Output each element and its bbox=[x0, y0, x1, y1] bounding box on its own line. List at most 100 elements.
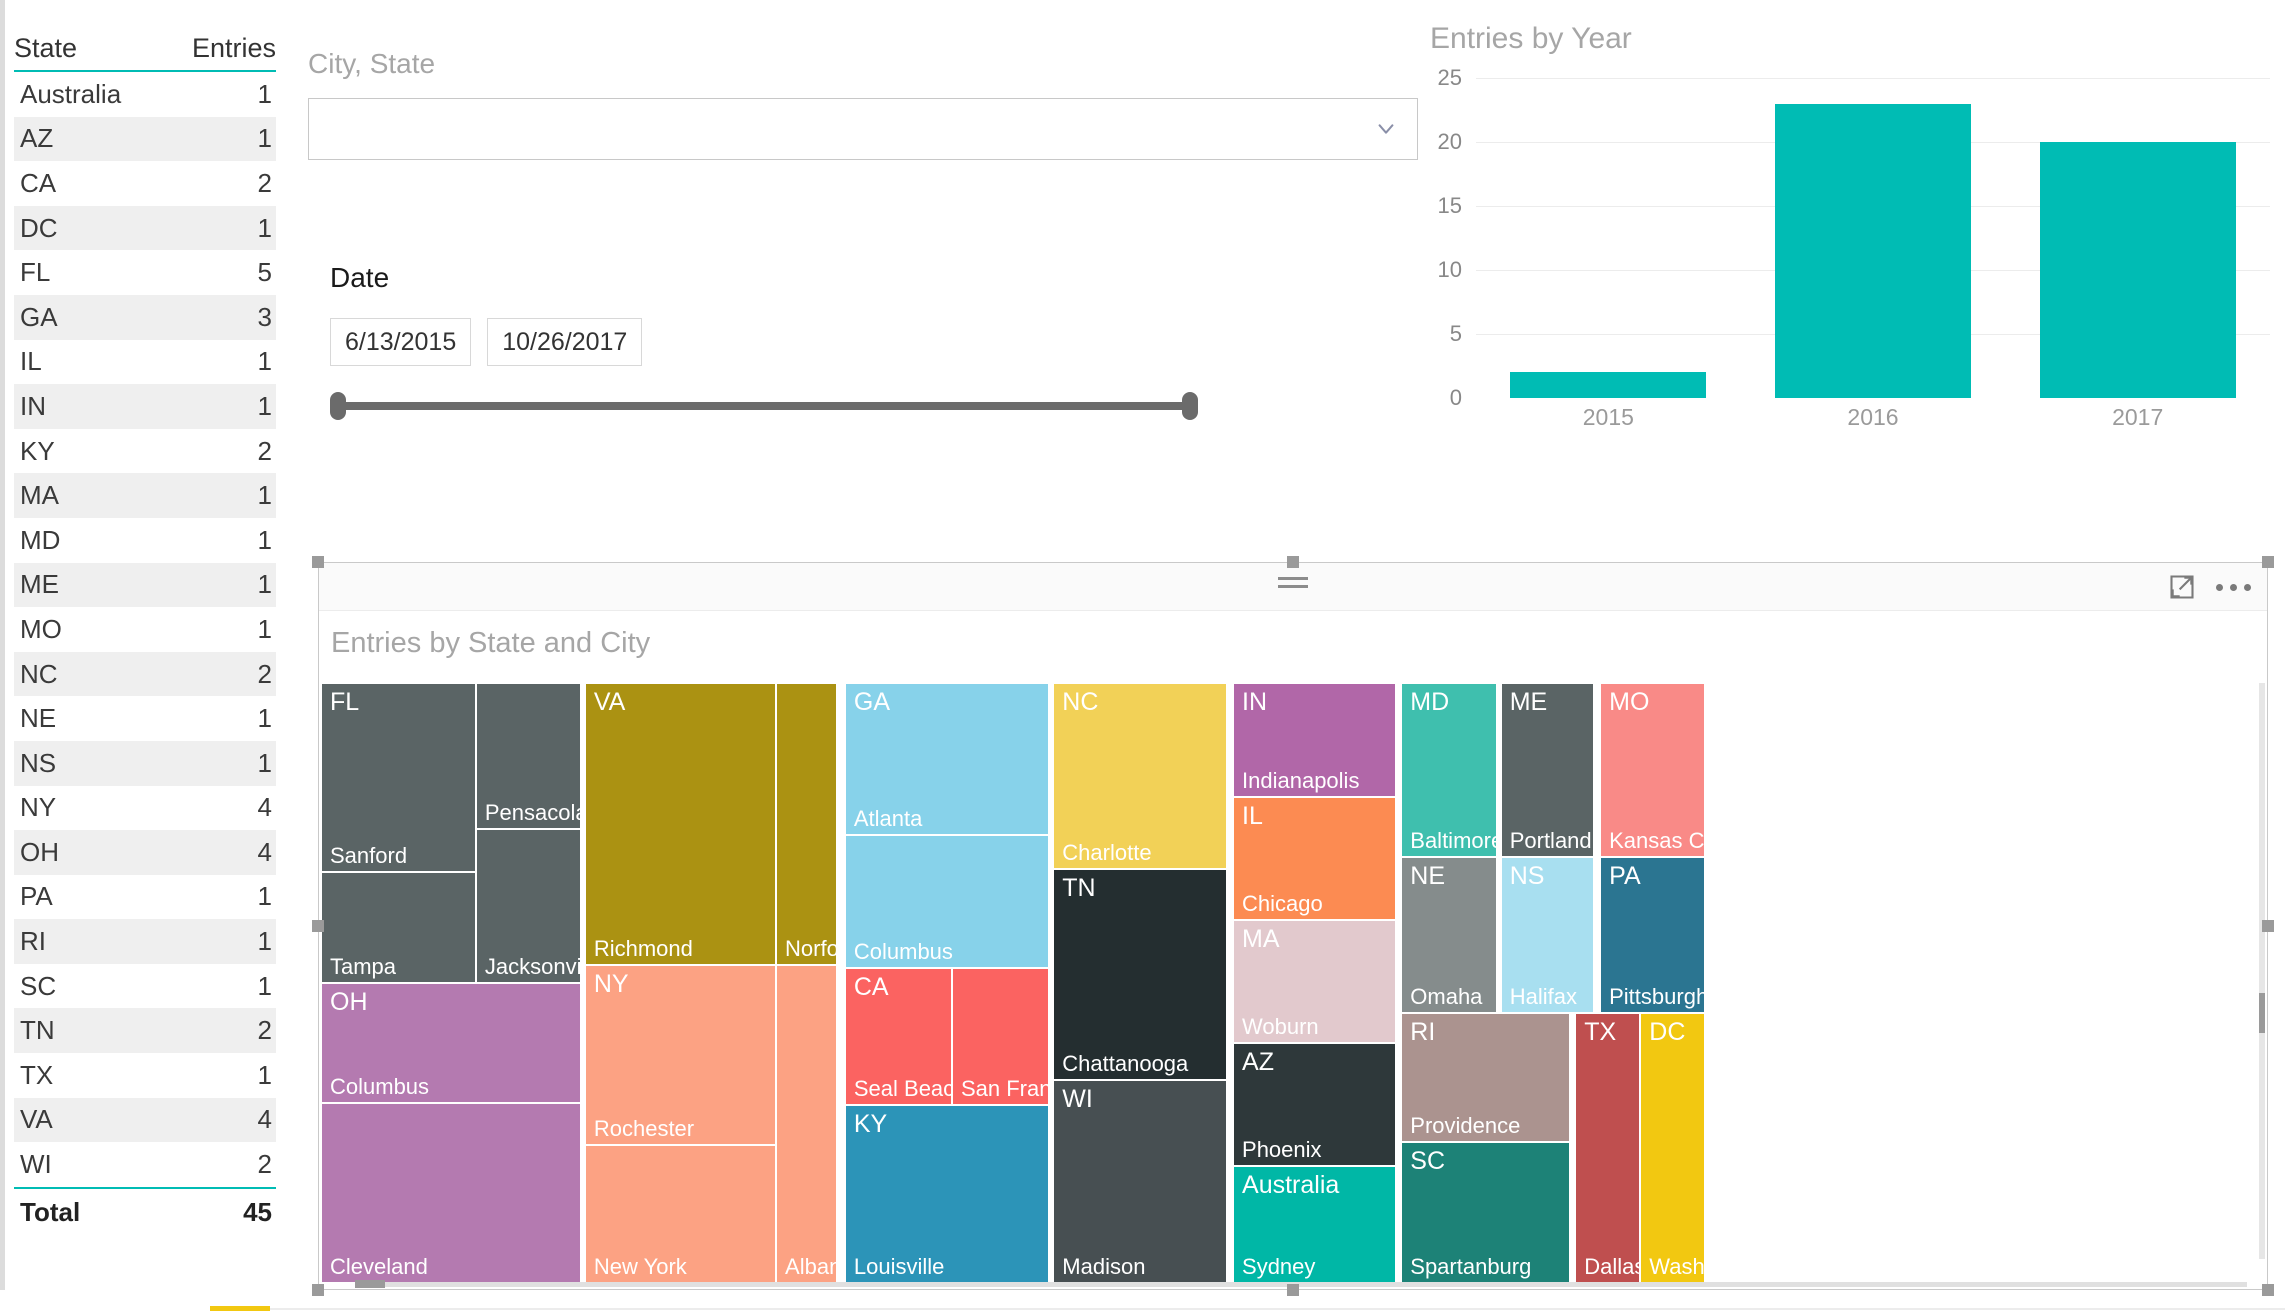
treemap-tile[interactable]: RI Providence bbox=[1401, 1013, 1570, 1142]
table-row[interactable]: DC 1 bbox=[14, 205, 276, 251]
treemap-tile[interactable]: IL Chicago bbox=[1233, 797, 1396, 920]
treemap-tile[interactable]: MO Kansas City bbox=[1600, 683, 1706, 857]
table-row[interactable]: MD 1 bbox=[14, 518, 276, 563]
treemap-tile[interactable]: CA Seal Beach bbox=[844, 968, 952, 1105]
treemap-tile[interactable]: TN Chattanooga bbox=[1053, 869, 1228, 1081]
column-header-entries[interactable]: Entries bbox=[161, 33, 276, 64]
date-slider-handle-start[interactable] bbox=[330, 392, 346, 420]
table-row[interactable]: FL 5 bbox=[14, 250, 276, 295]
treemap-tile[interactable]: Tampa bbox=[321, 872, 476, 983]
table-row[interactable]: ME 1 bbox=[14, 562, 276, 608]
focus-mode-icon[interactable] bbox=[2168, 573, 2196, 601]
column-header-state[interactable]: State bbox=[14, 33, 161, 64]
table-row[interactable]: GA 3 bbox=[14, 294, 276, 340]
treemap-tile[interactable]: OH Columbus bbox=[321, 983, 582, 1103]
resize-handle-top-right[interactable] bbox=[2262, 556, 2274, 568]
treemap-tile[interactable]: San Francisco bbox=[951, 968, 1050, 1105]
bar-slot[interactable] bbox=[1476, 78, 1741, 398]
city-state-dropdown[interactable] bbox=[308, 98, 1418, 160]
resize-handle-top-center[interactable] bbox=[1287, 556, 1299, 568]
table-row[interactable]: IL 1 bbox=[14, 340, 276, 385]
treemap-header bbox=[319, 563, 2267, 611]
treemap-tile[interactable]: Pensacola bbox=[475, 683, 582, 829]
bar[interactable] bbox=[1510, 372, 1707, 398]
date-inputs-row: 6/13/2015 10/26/2017 bbox=[330, 318, 1230, 366]
table-row[interactable]: PA 1 bbox=[14, 875, 276, 920]
resize-handle-top-left[interactable] bbox=[312, 556, 324, 568]
treemap-tile[interactable]: KY Louisville bbox=[844, 1104, 1050, 1283]
table-row[interactable]: CA 2 bbox=[14, 161, 276, 206]
resize-handle-bottom-left[interactable] bbox=[312, 1284, 324, 1296]
treemap-tile[interactable]: IN Indianapolis bbox=[1233, 683, 1396, 797]
table-row[interactable]: WI 2 bbox=[14, 1142, 276, 1187]
resize-handle-middle-right[interactable] bbox=[2262, 920, 2274, 932]
date-range-slider[interactable] bbox=[330, 392, 1198, 420]
drag-grip-icon[interactable] bbox=[1278, 577, 1308, 591]
treemap-tile[interactable]: Norfolk bbox=[776, 683, 838, 965]
entries-by-year-chart: Entries by Year 25 20 15 10 5 0 2015 2016 2017 bbox=[1420, 22, 2270, 462]
bar-slot[interactable] bbox=[2005, 78, 2270, 398]
table-row[interactable]: NY 4 bbox=[14, 786, 276, 831]
more-options-icon[interactable] bbox=[2216, 583, 2251, 591]
total-value: 45 bbox=[243, 1197, 272, 1228]
treemap-tile[interactable]: AZ Phoenix bbox=[1233, 1043, 1396, 1166]
treemap-vertical-scroll-thumb[interactable] bbox=[2259, 993, 2265, 1033]
table-row[interactable]: NC 2 bbox=[14, 651, 276, 697]
treemap-tile[interactable]: Columbus bbox=[844, 834, 1050, 968]
treemap-tile[interactable]: SC Spartanburg bbox=[1401, 1142, 1570, 1283]
date-end-input[interactable]: 10/26/2017 bbox=[487, 318, 643, 366]
treemap-tile[interactable]: New York bbox=[584, 1145, 777, 1283]
treemap-tile[interactable]: FL Sanford bbox=[321, 683, 476, 872]
table-row[interactable]: AZ 1 bbox=[14, 116, 276, 162]
table-row[interactable]: VA 4 bbox=[14, 1097, 276, 1143]
treemap-tile[interactable]: GA Atlanta bbox=[844, 683, 1050, 835]
treemap-tile[interactable]: NY Rochester bbox=[584, 965, 777, 1145]
treemap-tile[interactable]: MD Baltimore bbox=[1401, 683, 1497, 857]
treemap-tile[interactable]: Jacksonville bbox=[475, 828, 582, 983]
table-row[interactable]: SC 1 bbox=[14, 964, 276, 1009]
treemap-tile[interactable]: VA Richmond bbox=[584, 683, 777, 965]
table-row[interactable]: TX 1 bbox=[14, 1053, 276, 1098]
treemap-tile[interactable]: Cleveland bbox=[321, 1103, 582, 1283]
table-row[interactable]: NS 1 bbox=[14, 740, 276, 786]
treemap-tile[interactable]: NC Charlotte bbox=[1053, 683, 1228, 869]
table-row[interactable]: TN 2 bbox=[14, 1008, 276, 1054]
date-slider-handle-end[interactable] bbox=[1182, 392, 1198, 420]
treemap-tile[interactable]: TX Dallas bbox=[1575, 1013, 1641, 1283]
treemap-tile[interactable]: Australia Sydney bbox=[1233, 1166, 1396, 1283]
bar[interactable] bbox=[2039, 142, 2236, 398]
date-slider-track[interactable] bbox=[338, 402, 1190, 410]
treemap-tile[interactable]: MA Woburn bbox=[1233, 920, 1396, 1043]
treemap-tile[interactable]: DC Washingt... bbox=[1640, 1013, 1706, 1283]
treemap-tile[interactable]: WI Madison bbox=[1053, 1080, 1228, 1283]
treemap-tile-city: Chicago bbox=[1242, 891, 1323, 916]
treemap-tile[interactable]: PA Pittsburgh bbox=[1600, 857, 1706, 1013]
table-row[interactable]: MA 1 bbox=[14, 473, 276, 518]
cell-state: FL bbox=[20, 257, 51, 288]
treemap-horizontal-scrollbar[interactable] bbox=[355, 1282, 2247, 1287]
table-row[interactable]: NE 1 bbox=[14, 696, 276, 741]
cell-entries: 2 bbox=[257, 658, 272, 689]
resize-handle-bottom-center[interactable] bbox=[1287, 1284, 1299, 1296]
treemap-tile-state: WI bbox=[1062, 1085, 1093, 1114]
bar[interactable] bbox=[1775, 103, 1971, 398]
treemap-tile[interactable]: NS Halifax bbox=[1500, 857, 1595, 1013]
treemap-tile[interactable]: Albany bbox=[776, 965, 838, 1283]
resize-handle-bottom-right[interactable] bbox=[2262, 1284, 2274, 1296]
table-row[interactable]: MO 1 bbox=[14, 607, 276, 652]
treemap-tile[interactable]: NE Omaha bbox=[1401, 857, 1497, 1013]
treemap-tile[interactable]: ME Portland bbox=[1500, 683, 1595, 857]
resize-handle-middle-left[interactable] bbox=[312, 920, 324, 932]
table-row[interactable]: KY 2 bbox=[14, 429, 276, 474]
table-row[interactable]: Australia 1 bbox=[14, 72, 276, 117]
bar-slot[interactable] bbox=[1741, 78, 2006, 398]
chevron-down-icon[interactable] bbox=[1375, 118, 1397, 140]
table-row[interactable]: RI 1 bbox=[14, 919, 276, 964]
date-start-input[interactable]: 6/13/2015 bbox=[330, 318, 472, 366]
table-row[interactable]: IN 1 bbox=[14, 384, 276, 429]
treemap-tile-state: IL bbox=[1242, 802, 1263, 830]
treemap-vertical-scrollbar[interactable] bbox=[2259, 683, 2265, 1259]
treemap-horizontal-scroll-thumb[interactable] bbox=[355, 1280, 385, 1288]
table-row[interactable]: OH 4 bbox=[14, 830, 276, 875]
treemap-tile-city: Kansas City bbox=[1609, 828, 1705, 853]
